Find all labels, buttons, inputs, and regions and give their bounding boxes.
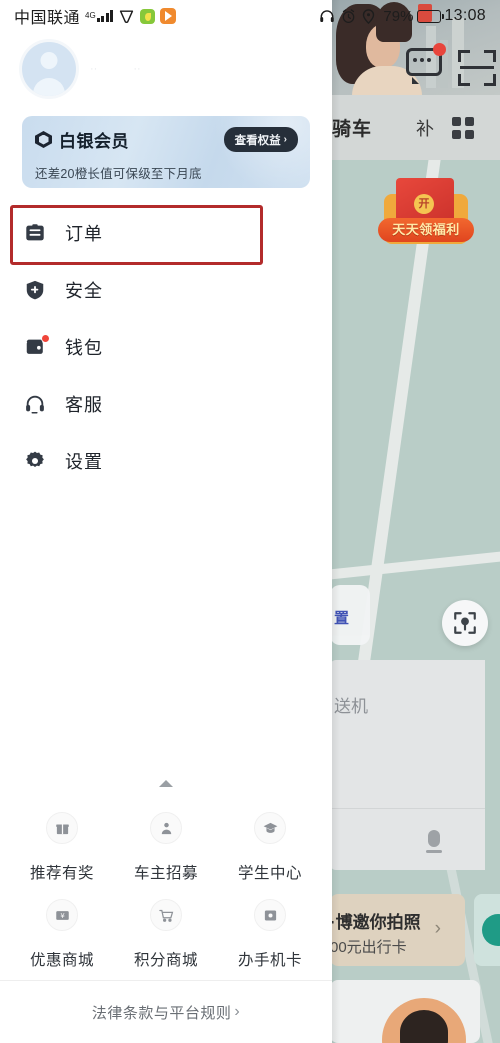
chevron-right-icon: › [234, 1003, 241, 1020]
signal-bars-icon [96, 10, 114, 22]
menu-item-label: 安全 [65, 280, 103, 301]
promo-card-secondary[interactable] [474, 894, 500, 966]
location-pin-icon [363, 8, 375, 24]
avatar[interactable] [22, 42, 76, 96]
map-chip[interactable]: 置 [330, 585, 370, 645]
red-packet-open-text: 开 [414, 194, 434, 214]
grid-item-label: 车主招募 [133, 865, 198, 882]
profile-header[interactable]: ·· ·· [0, 36, 332, 102]
background-bottom-panel: 送机 [330, 660, 485, 870]
background-tab-extra[interactable]: 补 [416, 115, 434, 141]
menu-item-customer-service[interactable]: 客服 [0, 375, 332, 432]
app-grid-row: ¥ 优惠商城 积分商城 办手机卡 [10, 889, 322, 976]
grid-item-referral[interactable]: 推荐有奖 [10, 802, 114, 889]
view-benefits-label: 查看权益 [234, 134, 281, 147]
drawer-spacer [0, 489, 332, 772]
coupon-yuan-icon: ¥ [46, 899, 78, 931]
membership-level: 白银会员 [59, 132, 129, 151]
wallet-badge-dot [41, 333, 50, 343]
wallet-icon [22, 333, 50, 358]
chevron-right-icon: › [283, 134, 287, 145]
app-grid-row: 推荐有奖 车主招募 学生中心 [10, 802, 322, 889]
menu-item-wallet[interactable]: 钱包 [0, 318, 332, 375]
red-packet-promo[interactable]: 开 天天领福利 [378, 178, 474, 254]
green-app-icon [140, 8, 156, 24]
grid-item-label: 推荐有奖 [29, 865, 94, 882]
alarm-clock-icon [343, 8, 355, 23]
shield-plus-icon [22, 279, 48, 301]
grid-item-deals-mall[interactable]: ¥ 优惠商城 [10, 889, 114, 976]
promo-title: ·博邀你拍照 [330, 913, 421, 932]
avatar [382, 998, 466, 1043]
driver-person-icon [150, 812, 182, 844]
gear-icon [22, 450, 48, 472]
grid-item-label: 办手机卡 [237, 952, 302, 969]
background-header-icons [330, 38, 500, 94]
shopping-cart-icon [150, 899, 182, 931]
orange-app-icon [160, 8, 177, 24]
background-tab-label[interactable]: 骑车 [332, 114, 372, 141]
sim-card-icon [254, 899, 286, 931]
chat-bubble-icon[interactable] [406, 43, 446, 84]
chat-badge-dot [433, 43, 446, 56]
microphone-icon[interactable] [426, 830, 442, 856]
grid-item-label: 学生中心 [237, 865, 302, 882]
grid-item-sim-card[interactable]: 办手机卡 [218, 889, 322, 976]
profile-meta: ·· ·· [90, 63, 141, 75]
battery-percent-label: 79% [383, 7, 414, 25]
clock-label: 13:08 [444, 7, 486, 24]
menu-item-label: 设置 [65, 451, 103, 472]
menu-item-label: 订单 [65, 223, 103, 244]
headset-icon [22, 393, 48, 415]
membership-card[interactable]: 白银会员 查看权益 › 还差20橙长值可保级至下月底 [22, 116, 310, 188]
menu-item-security[interactable]: 安全 [0, 261, 332, 318]
map-road [330, 549, 500, 581]
profile-meta-item: ·· [133, 63, 141, 75]
menu-item-label: 客服 [65, 394, 103, 415]
profile-meta-item: ·· [90, 63, 98, 75]
grid-item-label: 优惠商城 [29, 952, 94, 969]
membership-progress-text: 还差20橙长值可保级至下月底 [35, 167, 202, 181]
background-bottom-card[interactable] [330, 980, 480, 1043]
view-benefits-button[interactable]: 查看权益 › [223, 127, 298, 152]
chevron-right-icon: › [434, 918, 441, 939]
menu-item-label: 钱包 [65, 337, 103, 358]
menu-item-orders[interactable]: 订单 [0, 204, 332, 261]
legal-terms-label: 法律条款与平台规则 [91, 1004, 232, 1022]
map-chip-text: 置 [334, 610, 350, 627]
data-saver-icon [120, 9, 134, 23]
grid-item-label: 积分商城 [133, 952, 198, 969]
status-bar-left: 中国联通 4G [14, 4, 177, 28]
background-tab-bar: 骑车 补 [330, 95, 500, 160]
hexagon-badge-icon [35, 131, 52, 148]
graduation-cap-icon [254, 812, 286, 844]
panel-label[interactable]: 送机 [334, 692, 368, 717]
profile-drawer: ·· ·· 白银会员 查看权益 › 还差20橙长值可保级至下月底 订单 安全 钱… [0, 0, 332, 1043]
menu-item-settings[interactable]: 设置 [0, 432, 332, 489]
battery-icon [417, 9, 445, 23]
order-list-icon [22, 222, 48, 244]
locate-me-icon[interactable] [442, 600, 488, 646]
promo-subtitle: 00元出行卡 [330, 939, 407, 956]
status-bar-right: 79% 13:08 [319, 7, 486, 25]
grid-item-points-mall[interactable]: 积分商城 [114, 889, 218, 976]
chevron-up-icon[interactable] [0, 772, 332, 794]
carrier-label: 中国联通 [14, 10, 81, 27]
drawer-menu: 订单 安全 钱包 客服 设置 [0, 204, 332, 489]
scan-qr-icon[interactable] [458, 50, 496, 86]
gift-box-icon [46, 812, 78, 844]
grid-item-driver-recruit[interactable]: 车主招募 [114, 802, 218, 889]
svg-text:¥: ¥ [60, 912, 65, 920]
app-grid-icon[interactable] [452, 116, 475, 139]
headphones-icon [320, 10, 335, 23]
grid-item-student-center[interactable]: 学生中心 [218, 802, 322, 889]
promo-card[interactable]: ·博邀你拍照 00元出行卡 › [330, 894, 465, 966]
network-type-label: 4G [85, 11, 96, 20]
red-packet-banner-text: 天天领福利 [378, 218, 474, 242]
app-shortcut-grid: 推荐有奖 车主招募 学生中心 ¥ 优惠商城 积分商城 办手机卡 [0, 794, 332, 980]
status-bar: 中国联通 4G 79% 13:08 [0, 0, 500, 32]
phone-screen: 骑车 补 开 天天领福利 置 送机 ·博邀你拍照 00元出行卡 › ·· ·· … [0, 0, 500, 1043]
legal-terms-link[interactable]: 法律条款与平台规则 › [0, 980, 332, 1043]
